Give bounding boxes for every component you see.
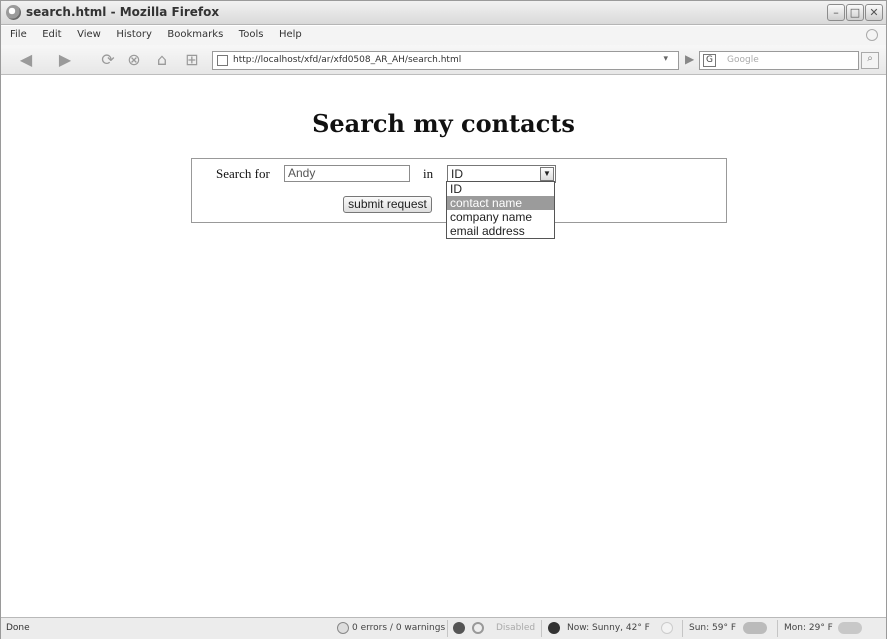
url-dropdown-icon[interactable]: ▾ <box>663 54 668 64</box>
menu-history[interactable]: History <box>113 26 155 43</box>
weather-sun[interactable]: Sun: 59° F <box>689 623 736 633</box>
search-button-icon[interactable]: ⌕ <box>861 52 879 69</box>
menu-bookmarks[interactable]: Bookmarks <box>164 26 226 43</box>
status-text: Done <box>6 623 30 633</box>
title-bar: search.html - Mozilla Firefox – □ ✕ <box>1 1 886 25</box>
new-tab-icon[interactable]: ⊞ <box>181 50 203 70</box>
menu-view[interactable]: View <box>74 26 104 43</box>
option-id[interactable]: ID <box>447 182 554 196</box>
close-button[interactable]: ✕ <box>865 4 883 21</box>
in-label: in <box>423 166 434 181</box>
page-icon <box>217 55 228 66</box>
address-bar[interactable]: http://localhost/xfd/ar/xfd0508_AR_AH/se… <box>212 51 679 70</box>
menu-file[interactable]: File <box>7 26 30 43</box>
field-select-value: ID <box>451 167 463 181</box>
search-bar[interactable]: G Google <box>699 51 859 70</box>
separator <box>777 620 778 637</box>
firefox-icon <box>6 5 21 20</box>
reload-icon[interactable]: ⟳ <box>97 50 119 70</box>
go-icon[interactable]: ▶ <box>685 52 694 66</box>
menu-edit[interactable]: Edit <box>39 26 64 43</box>
error-count[interactable]: 0 errors / 0 warnings <box>352 623 445 633</box>
chevron-down-icon[interactable]: ▼ <box>540 167 554 181</box>
stop-icon[interactable]: ⊗ <box>123 50 145 70</box>
maximize-button[interactable]: □ <box>846 4 864 21</box>
settings-icon[interactable] <box>472 622 484 634</box>
separator <box>682 620 683 637</box>
option-contact-name[interactable]: contact name <box>447 196 554 210</box>
sun-icon <box>661 622 673 634</box>
separator <box>447 620 448 637</box>
window-title: search.html - Mozilla Firefox <box>26 5 220 19</box>
home-icon[interactable]: ⌂ <box>151 50 173 70</box>
weather-now[interactable]: Now: Sunny, 42° F <box>567 623 650 633</box>
activity-indicator-icon <box>866 29 878 41</box>
search-label: Search for <box>216 166 270 181</box>
navigation-toolbar: ◀ ▶ ⟳ ⊗ ⌂ ⊞ http://localhost/xfd/ar/xfd0… <box>1 45 886 75</box>
weather-mon[interactable]: Mon: 29° F <box>784 623 833 633</box>
menu-bar: File Edit View History Bookmarks Tools H… <box>1 26 886 45</box>
disabled-label: Disabled <box>496 623 536 633</box>
option-email-address[interactable]: email address <box>447 224 554 238</box>
back-icon[interactable]: ◀ <box>15 50 37 70</box>
status-bar: Done 0 errors / 0 warnings Disabled Now:… <box>1 617 886 639</box>
menu-help[interactable]: Help <box>276 26 305 43</box>
cloud-icon <box>838 622 862 634</box>
minimize-button[interactable]: – <box>827 4 845 21</box>
search-placeholder: Google <box>727 55 759 65</box>
url-text[interactable]: http://localhost/xfd/ar/xfd0508_AR_AH/se… <box>233 55 461 65</box>
field-select-dropdown: ID contact name company name email addre… <box>446 181 555 239</box>
separator <box>541 620 542 637</box>
block-icon[interactable] <box>453 622 465 634</box>
validator-icon[interactable] <box>337 622 349 634</box>
partly-cloudy-icon <box>743 622 767 634</box>
browser-window: search.html - Mozilla Firefox – □ ✕ File… <box>0 0 887 639</box>
forward-icon[interactable]: ▶ <box>54 50 76 70</box>
page-content: Search my contacts Search for Andy in ID… <box>1 76 886 616</box>
search-input[interactable]: Andy <box>284 165 410 182</box>
submit-button[interactable]: submit request <box>343 196 432 213</box>
search-engine-icon[interactable]: G <box>703 54 716 67</box>
menu-tools[interactable]: Tools <box>236 26 267 43</box>
page-title: Search my contacts <box>312 109 575 138</box>
option-company-name[interactable]: company name <box>447 210 554 224</box>
weather-globe-icon[interactable] <box>548 622 560 634</box>
